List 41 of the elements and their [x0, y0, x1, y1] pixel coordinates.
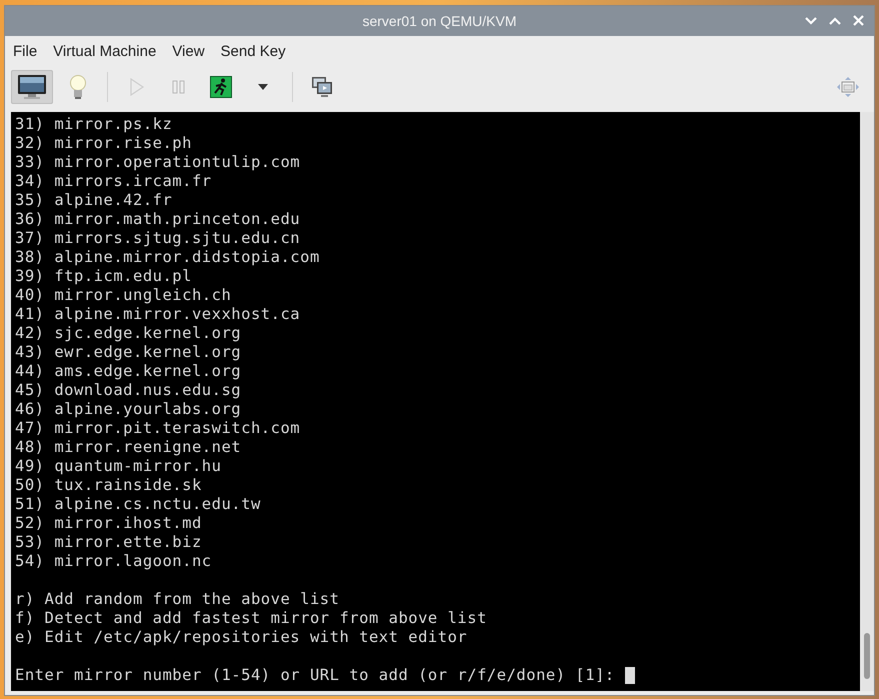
scrollbar-thumb[interactable]	[864, 633, 870, 679]
terminal-line: 46) alpine.yourlabs.org	[15, 400, 242, 419]
terminal-line: 43) ewr.edge.kernel.org	[15, 343, 242, 362]
terminal-line: r) Add random from the above list	[15, 590, 340, 609]
terminal-line: 33) mirror.operationtulip.com	[15, 153, 302, 172]
terminal-line: 41) alpine.mirror.vexxhost.ca	[15, 305, 302, 324]
console-button[interactable]	[11, 70, 53, 104]
terminal-line: 49) quantum-mirror.hu	[15, 457, 222, 476]
terminal-line: 39) ftp.icm.edu.pl	[15, 267, 193, 286]
menu-item[interactable]: Virtual Machine	[53, 40, 156, 62]
terminal-line: 47) mirror.pit.teraswitch.com	[15, 419, 302, 438]
terminal-line: 44) ams.edge.kernel.org	[15, 362, 242, 381]
terminal-line: 40) mirror.ungleich.ch	[15, 286, 232, 305]
terminal-line: 34) mirrors.ircam.fr	[15, 172, 213, 191]
terminal-line: 52) mirror.ihost.md	[15, 514, 203, 533]
maximize-icon[interactable]	[829, 16, 841, 24]
terminal-line: 36) mirror.math.princeton.edu	[15, 210, 302, 229]
scrollbar[interactable]	[860, 112, 874, 691]
terminal-line: 50) tux.rainside.sk	[15, 476, 203, 495]
terminal-line: 38) alpine.mirror.didstopia.com	[15, 248, 321, 267]
terminal-line: 32) mirror.rise.ph	[15, 134, 193, 153]
terminal-line: 42) sjc.edge.kernel.org	[15, 324, 242, 343]
window-title: server01 on QEMU/KVM	[362, 13, 517, 29]
terminal-line: 31) mirror.ps.kz	[15, 115, 174, 134]
menu-item[interactable]: Send Key	[220, 40, 286, 62]
terminal-line: e) Edit /etc/apk/repositories with text editor	[15, 628, 468, 647]
terminal-line: 51) alpine.cs.nctu.edu.tw	[15, 495, 262, 514]
terminal-line: 53) mirror.ette.biz	[15, 533, 203, 552]
terminal-line: 35) alpine.42.fr	[15, 191, 174, 210]
menu-item[interactable]: File	[13, 40, 38, 62]
terminal-line: f) Detect and add fastest mirror from above list	[15, 609, 488, 628]
fullscreen-icon[interactable]	[836, 76, 860, 98]
close-icon[interactable]	[853, 15, 864, 26]
terminal-prompt: Enter mirror number (1-54) or URL to add (or r/f/e/done) [1]:	[15, 666, 616, 685]
terminal-line: 54) mirror.lagoon.nc	[15, 552, 213, 571]
terminal-line: 45) download.nus.edu.sg	[15, 381, 242, 400]
minimize-icon[interactable]	[805, 16, 817, 24]
terminal-line: 37) mirrors.sjtug.sjtu.edu.cn	[15, 229, 302, 248]
text-cursor	[624, 667, 635, 684]
terminal-line: 48) mirror.reenigne.net	[15, 438, 242, 457]
menu-item[interactable]: View	[172, 40, 205, 62]
